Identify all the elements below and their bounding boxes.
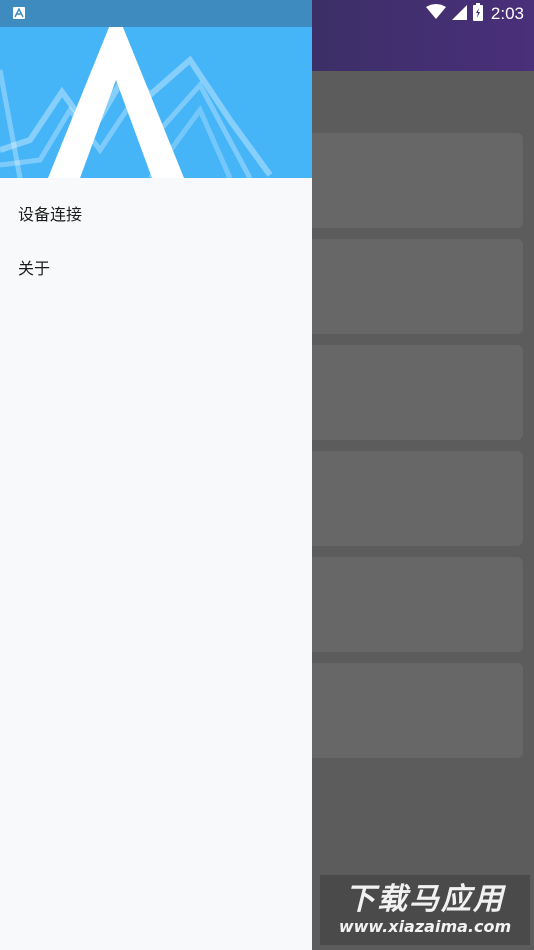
a-logo — [0, 27, 273, 178]
navigation-drawer: 设备连接 关于 — [0, 0, 312, 950]
list-item — [300, 345, 523, 440]
menu-item-label: 设备连接 — [18, 205, 83, 224]
menu-item-about[interactable]: 关于 — [0, 240, 312, 294]
menu-item-device-connection[interactable]: 设备连接 — [0, 186, 312, 240]
battery-charging-icon — [472, 3, 483, 25]
watermark: 下载马应用 www.xiazaima.com — [320, 875, 530, 945]
menu-item-label: 关于 — [18, 259, 51, 278]
drawer-header — [0, 27, 312, 178]
list-item — [300, 239, 523, 334]
list-item — [300, 133, 523, 228]
watermark-title: 下载马应用 — [345, 882, 505, 917]
cell-signal-icon — [451, 4, 467, 24]
list-item — [300, 663, 523, 758]
watermark-url: www.xiazaima.com — [338, 917, 512, 936]
drawer-menu: 设备连接 关于 — [0, 186, 312, 294]
status-time: 2:03 — [490, 4, 524, 23]
list-item — [300, 451, 523, 546]
status-bar: 2:03 — [0, 0, 534, 27]
wifi-icon — [425, 4, 446, 24]
app-a-icon — [13, 7, 25, 19]
list-item — [300, 557, 523, 652]
